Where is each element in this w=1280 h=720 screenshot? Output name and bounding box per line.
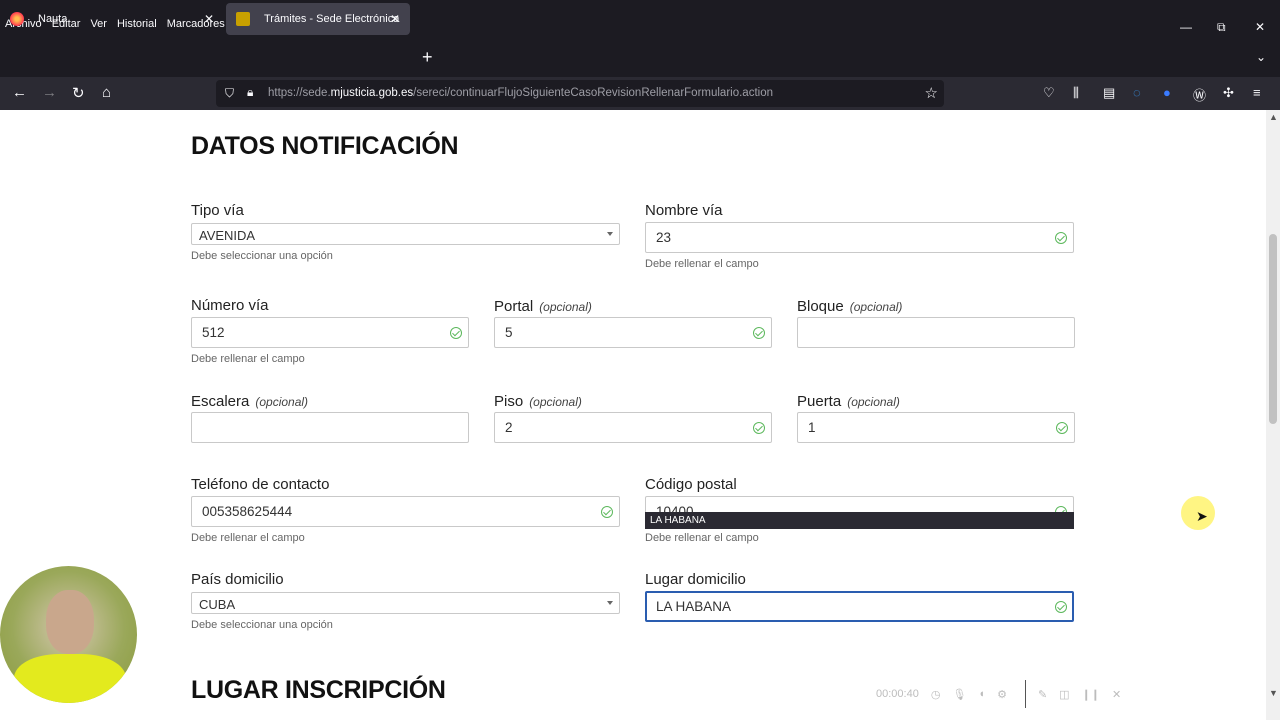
pais-label: País domicilio — [191, 571, 284, 588]
tab-bar — [0, 41, 1280, 77]
escalera-field[interactable] — [191, 412, 469, 443]
shield-icon[interactable]: ⛉ — [225, 86, 234, 101]
pen-icon[interactable]: ✎ — [1038, 688, 1047, 701]
extension-drop-icon[interactable]: ● — [1163, 85, 1171, 100]
divider — [1024, 680, 1026, 708]
caret-down-icon — [607, 601, 613, 605]
sidebar-icon[interactable]: ▤ — [1103, 85, 1115, 101]
minimize-icon[interactable]: — — [1180, 20, 1192, 34]
check-icon — [1055, 232, 1067, 244]
check-icon — [1056, 422, 1068, 434]
numero-via-field[interactable]: 512 — [191, 317, 469, 348]
check-icon — [601, 506, 613, 518]
numero-via-label: Número vía — [191, 297, 269, 314]
recorder-toolbar: 00:00:40 ◷ 🎙︎ ◖ ⚙ ✎ ◫ ❙❙ ✕ — [876, 680, 1121, 708]
home-icon[interactable]: ⌂ — [102, 84, 111, 101]
firefox-icon — [10, 12, 24, 26]
url-text[interactable]: https://sede.mjusticia.gob.es/sereci/con… — [268, 87, 773, 99]
check-icon — [753, 422, 765, 434]
close-tab-icon[interactable]: ✕ — [204, 12, 214, 26]
url-bar[interactable]: ⛉ 🔒︎ https://sede.mjusticia.gob.es/serec… — [216, 80, 944, 107]
recorder-time: 00:00:40 — [876, 688, 919, 700]
sede-favicon-icon — [236, 12, 250, 26]
camera-icon[interactable]: ◫ — [1059, 688, 1069, 701]
check-icon — [450, 327, 462, 339]
pais-help: Debe seleccionar una opción — [191, 619, 333, 631]
timer-icon[interactable]: ◷ — [931, 688, 941, 701]
section-title: DATOS NOTIFICACIÓN — [191, 132, 459, 160]
webcam-overlay — [0, 566, 137, 703]
settings-icon[interactable]: ⚙ — [997, 688, 1007, 701]
numero-via-help: Debe rellenar el campo — [191, 353, 305, 365]
piso-field[interactable]: 2 — [494, 412, 772, 443]
speaker-icon[interactable]: ◖ — [978, 688, 985, 700]
mouse-cursor-icon: ➤ — [1196, 508, 1208, 524]
escalera-label: Escalera (opcional) — [191, 393, 309, 410]
hamburger-menu-icon[interactable]: ≡ — [1253, 85, 1261, 100]
sync-icon[interactable]: ◌ — [1133, 85, 1141, 100]
nombre-via-label: Nombre vía — [645, 202, 723, 219]
portal-label: Portal (opcional) — [494, 298, 592, 315]
tab-nauta[interactable]: Nauta ✕ — [0, 3, 224, 35]
bloque-label: Bloque (opcional) — [797, 298, 903, 315]
stop-icon[interactable]: ✕ — [1112, 688, 1121, 701]
next-section-title: LUGAR INSCRIPCIÓN — [191, 676, 446, 704]
forward-icon[interactable]: → — [42, 84, 57, 101]
page-content: DATOS NOTIFICACIÓN Tipo vía AVENIDA Debe… — [0, 110, 1266, 720]
scroll-down-icon[interactable]: ▼ — [1269, 688, 1278, 698]
piso-label: Piso (opcional) — [494, 393, 582, 410]
library-icon[interactable]: ⫼ — [1073, 85, 1079, 101]
pais-select[interactable]: CUBA — [191, 592, 620, 614]
autocomplete-suggestion[interactable]: LA HABANA — [645, 512, 1074, 529]
tipo-via-help: Debe seleccionar una opción — [191, 250, 333, 262]
telefono-label: Teléfono de contacto — [191, 476, 330, 493]
close-tab-icon[interactable]: ✕ — [390, 12, 400, 26]
tipo-via-label: Tipo vía — [191, 202, 244, 219]
tab-tramites[interactable]: Trámites - Sede Electrónica ✕ — [226, 3, 410, 35]
nombre-via-help: Debe rellenar el campo — [645, 258, 759, 270]
scroll-up-icon[interactable]: ▲ — [1269, 112, 1278, 122]
telefono-help: Debe rellenar el campo — [191, 532, 305, 544]
person-shirt — [14, 654, 126, 703]
person-head — [46, 590, 94, 654]
mic-icon[interactable]: 🎙︎ — [952, 688, 966, 701]
caret-down-icon — [607, 232, 613, 236]
new-tab-icon[interactable]: + — [422, 47, 433, 68]
tab-label: Nauta — [38, 13, 68, 25]
restore-icon[interactable]: ⧉ — [1217, 20, 1226, 35]
nombre-via-field[interactable]: 23 — [645, 222, 1074, 253]
lugar-field[interactable]: LA HABANA — [645, 591, 1074, 622]
tab-label: Trámites - Sede Electrónica — [264, 13, 400, 25]
lugar-label: Lugar domicilio — [645, 571, 746, 588]
codigo-postal-label: Código postal — [645, 476, 737, 493]
bloque-field[interactable] — [797, 317, 1075, 348]
back-icon[interactable]: ← — [12, 84, 27, 101]
lock-icon[interactable]: 🔒︎ — [247, 85, 253, 100]
puerta-field[interactable]: 1 — [797, 412, 1075, 443]
chevron-down-icon[interactable]: ⌄ — [1256, 50, 1266, 64]
extensions-icon[interactable]: ✣ — [1223, 85, 1234, 101]
scrollbar-thumb[interactable] — [1269, 234, 1277, 424]
bookmark-star-icon[interactable]: ☆ — [925, 84, 938, 102]
portal-field[interactable]: 5 — [494, 317, 772, 348]
reload-icon[interactable]: ↻ — [72, 84, 85, 102]
tipo-via-select[interactable]: AVENIDA — [191, 223, 620, 245]
close-window-icon[interactable]: ✕ — [1255, 20, 1265, 34]
codigo-postal-help: Debe rellenar el campo — [645, 532, 759, 544]
check-icon — [753, 327, 765, 339]
puerta-label: Puerta (opcional) — [797, 393, 900, 410]
extension-w-icon[interactable]: Ⓦ — [1193, 85, 1206, 104]
page-scrollbar[interactable]: ▲ ▼ — [1266, 110, 1280, 720]
check-icon — [1055, 601, 1067, 613]
pause-icon[interactable]: ❙❙ — [1082, 688, 1100, 701]
telefono-field[interactable]: 005358625444 — [191, 496, 620, 527]
pocket-icon[interactable]: ♡ — [1043, 85, 1055, 101]
